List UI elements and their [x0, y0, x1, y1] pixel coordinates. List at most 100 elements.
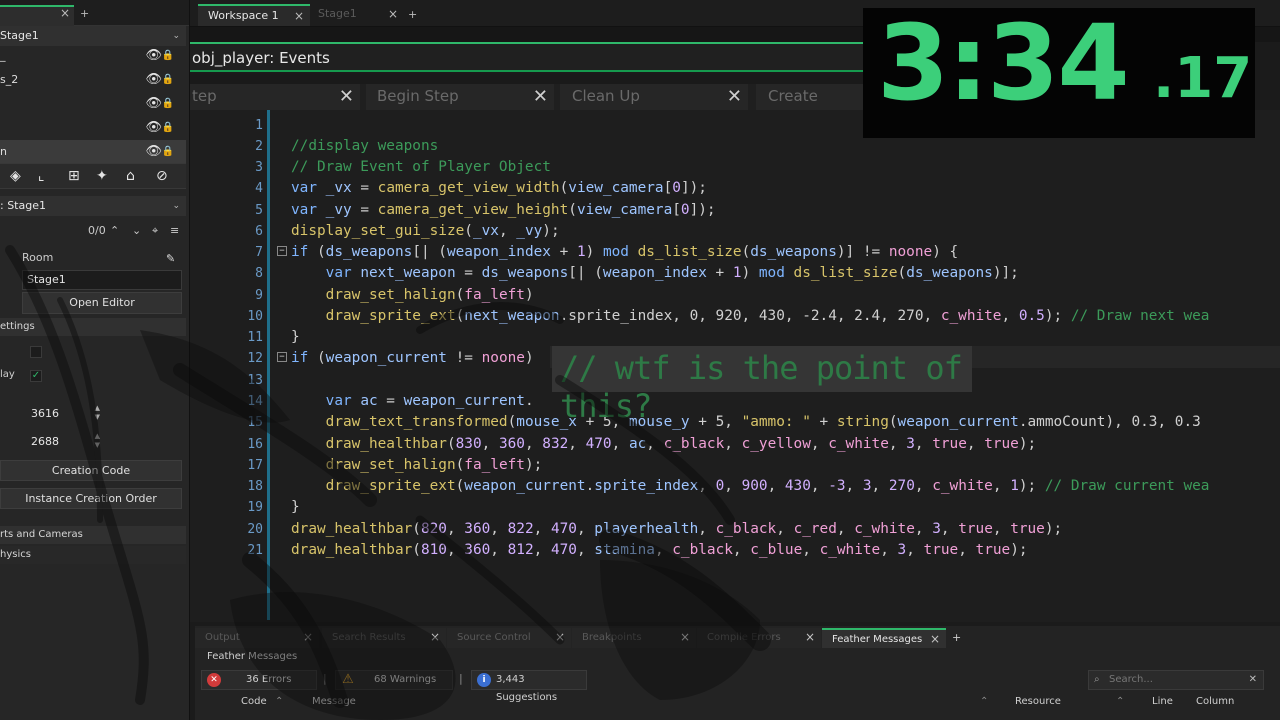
eye-icon[interactable]: 👁: [145, 92, 162, 116]
tab-step[interactable]: tep ✕: [190, 84, 360, 110]
code-line[interactable]: if (weapon_current != noone): [291, 350, 534, 366]
persistent-checkbox[interactable]: [30, 346, 42, 358]
search-input[interactable]: ⌕ Search... ✕: [1088, 670, 1264, 690]
lock-icon[interactable]: 🔒: [162, 68, 174, 92]
column-code[interactable]: Code: [241, 696, 267, 707]
tab-workspace-1[interactable]: Workspace 1 ×: [198, 4, 310, 26]
viewports-section[interactable]: rts and Cameras: [0, 526, 186, 544]
room-settings-section[interactable]: ettings: [0, 318, 186, 336]
code-line[interactable]: //display weapons: [291, 138, 438, 154]
add-tab-icon[interactable]: +: [408, 8, 417, 21]
code-line[interactable]: draw_sprite_ext(next_weapon.sprite_index…: [291, 308, 1210, 324]
tab-clean-up[interactable]: Clean Up ✕: [560, 84, 748, 110]
sort-icon[interactable]: ⌃: [980, 696, 988, 707]
close-icon[interactable]: ×: [555, 628, 565, 647]
close-icon[interactable]: ×: [294, 6, 304, 26]
physics-section[interactable]: hysics: [0, 546, 186, 564]
tab-feather-messages[interactable]: Feather Messages ×: [822, 628, 946, 648]
code-line[interactable]: var ac = weapon_current.: [291, 393, 534, 409]
spinner-icon[interactable]: ▲ ▼: [95, 432, 100, 450]
lock-icon[interactable]: 🔒: [162, 92, 174, 116]
code-line[interactable]: // Draw Event of Player Object: [291, 159, 551, 175]
column-column[interactable]: Column: [1196, 696, 1234, 707]
edit-icon[interactable]: ✎: [166, 252, 175, 265]
instances-dropdown[interactable]: : Stage1 ⌄: [0, 196, 186, 216]
add-layer-icon[interactable]: ⊞: [68, 168, 80, 184]
pin-icon[interactable]: ⌖: [152, 224, 158, 238]
column-line[interactable]: Line: [1152, 696, 1173, 707]
tab-create[interactable]: Create: [756, 84, 870, 110]
code-line[interactable]: var next_weapon = ds_weapons[| (weapon_i…: [291, 265, 1019, 281]
sort-icon[interactable]: ⌃: [1116, 696, 1124, 707]
open-editor-button[interactable]: Open Editor: [22, 292, 182, 314]
warnings-filter[interactable]: ⚠ 68 Warnings: [335, 670, 453, 690]
instance-creation-order-button[interactable]: Instance Creation Order: [0, 488, 182, 509]
code-line[interactable]: draw_healthbar(810, 360, 812, 470, stami…: [291, 542, 1028, 558]
close-icon[interactable]: ×: [430, 628, 440, 647]
layer-move-icon[interactable]: ◈: [10, 168, 21, 184]
code-line[interactable]: draw_set_halign(fa_left): [291, 287, 534, 303]
code-line[interactable]: }: [291, 329, 300, 345]
tab-breakpoints[interactable]: Breakpoints ×: [572, 628, 696, 648]
room-name-field[interactable]: Stage1: [22, 270, 182, 290]
chevron-up-icon[interactable]: ⌃: [110, 224, 119, 237]
clear-icon[interactable]: ✕: [1249, 671, 1257, 689]
lock-icon[interactable]: 🔒: [162, 140, 174, 164]
column-resource[interactable]: Resource: [1015, 696, 1061, 707]
layers-dropdown[interactable]: Stage1 ⌄: [0, 26, 186, 46]
add-tab-icon[interactable]: +: [80, 7, 89, 20]
close-icon[interactable]: ✕: [533, 84, 548, 109]
path-icon[interactable]: ⌞: [38, 168, 45, 184]
code-line[interactable]: draw_sprite_ext(weapon_current.sprite_in…: [291, 478, 1210, 494]
eye-icon[interactable]: 👁: [145, 140, 162, 164]
chevron-down-icon[interactable]: ⌄: [132, 224, 141, 237]
code-line[interactable]: }: [291, 499, 300, 515]
code-line[interactable]: if (ds_weapons[| (weapon_index + 1) mod …: [291, 244, 958, 260]
tab-stage1[interactable]: Stage1 ×: [308, 4, 404, 26]
fold-toggle[interactable]: −: [277, 246, 287, 256]
add-tab-icon[interactable]: +: [952, 631, 961, 644]
code-line[interactable]: var _vy = camera_get_view_height(view_ca…: [291, 202, 716, 218]
layer-row[interactable]: s_2 👁 🔒: [0, 68, 186, 92]
layer-row[interactable]: 👁 🔒: [0, 116, 186, 140]
delete-layer-icon[interactable]: ⊘: [156, 168, 168, 184]
lock-icon[interactable]: 🔒: [162, 44, 174, 68]
close-icon[interactable]: ×: [303, 628, 313, 647]
magic-wand-icon[interactable]: ✦: [96, 168, 108, 184]
event-editor-header[interactable]: obj_player: Events: [190, 42, 890, 72]
folder-icon[interactable]: ⌂: [126, 168, 135, 184]
room-height-field[interactable]: 2688 ▲ ▼: [28, 432, 102, 452]
eye-icon[interactable]: 👁: [145, 116, 162, 140]
tab-begin-step[interactable]: Begin Step ✕: [366, 84, 554, 110]
room-width-field[interactable]: 3616 ▲ ▼: [28, 404, 102, 424]
close-icon[interactable]: ×: [60, 6, 70, 20]
tab-source-control[interactable]: Source Control ×: [447, 628, 571, 648]
code-line[interactable]: draw_healthbar(820, 360, 822, 470, playe…: [291, 521, 1062, 537]
code-line[interactable]: draw_healthbar(830, 360, 832, 470, ac, c…: [291, 436, 1037, 452]
close-icon[interactable]: ×: [680, 628, 690, 647]
errors-filter[interactable]: ✕ 36 Errors: [201, 670, 317, 690]
tab-compile-errors[interactable]: Compile Errors ×: [697, 628, 821, 648]
code-line[interactable]: display_set_gui_size(_vx, _vy);: [291, 223, 560, 239]
close-icon[interactable]: ×: [388, 4, 398, 24]
display-checkbox[interactable]: ✓: [30, 370, 42, 382]
code-line[interactable]: draw_set_halign(fa_left);: [291, 457, 543, 473]
spinner-icon[interactable]: ▲ ▼: [95, 404, 100, 422]
eye-icon[interactable]: 👁: [145, 68, 162, 92]
sort-icon[interactable]: ⌃: [275, 696, 283, 707]
creation-code-button[interactable]: Creation Code: [0, 460, 182, 481]
eye-icon[interactable]: 👁: [145, 44, 162, 68]
close-icon[interactable]: ×: [805, 628, 815, 647]
close-icon[interactable]: ×: [930, 630, 940, 649]
layer-row[interactable]: 👁 🔒: [0, 92, 186, 116]
tab-output[interactable]: Output ×: [195, 628, 319, 648]
fold-toggle[interactable]: −: [277, 352, 287, 362]
suggestions-filter[interactable]: i 3,443 Suggestions: [471, 670, 587, 703]
code-line[interactable]: var _vx = camera_get_view_width(view_cam…: [291, 180, 707, 196]
close-icon[interactable]: ✕: [339, 84, 354, 109]
close-icon[interactable]: ✕: [727, 84, 742, 109]
menu-icon[interactable]: ≡: [170, 224, 179, 237]
lock-icon[interactable]: 🔒: [162, 116, 174, 140]
layer-row[interactable]: _ 👁 🔒: [0, 44, 186, 68]
column-message[interactable]: Message: [312, 696, 356, 707]
